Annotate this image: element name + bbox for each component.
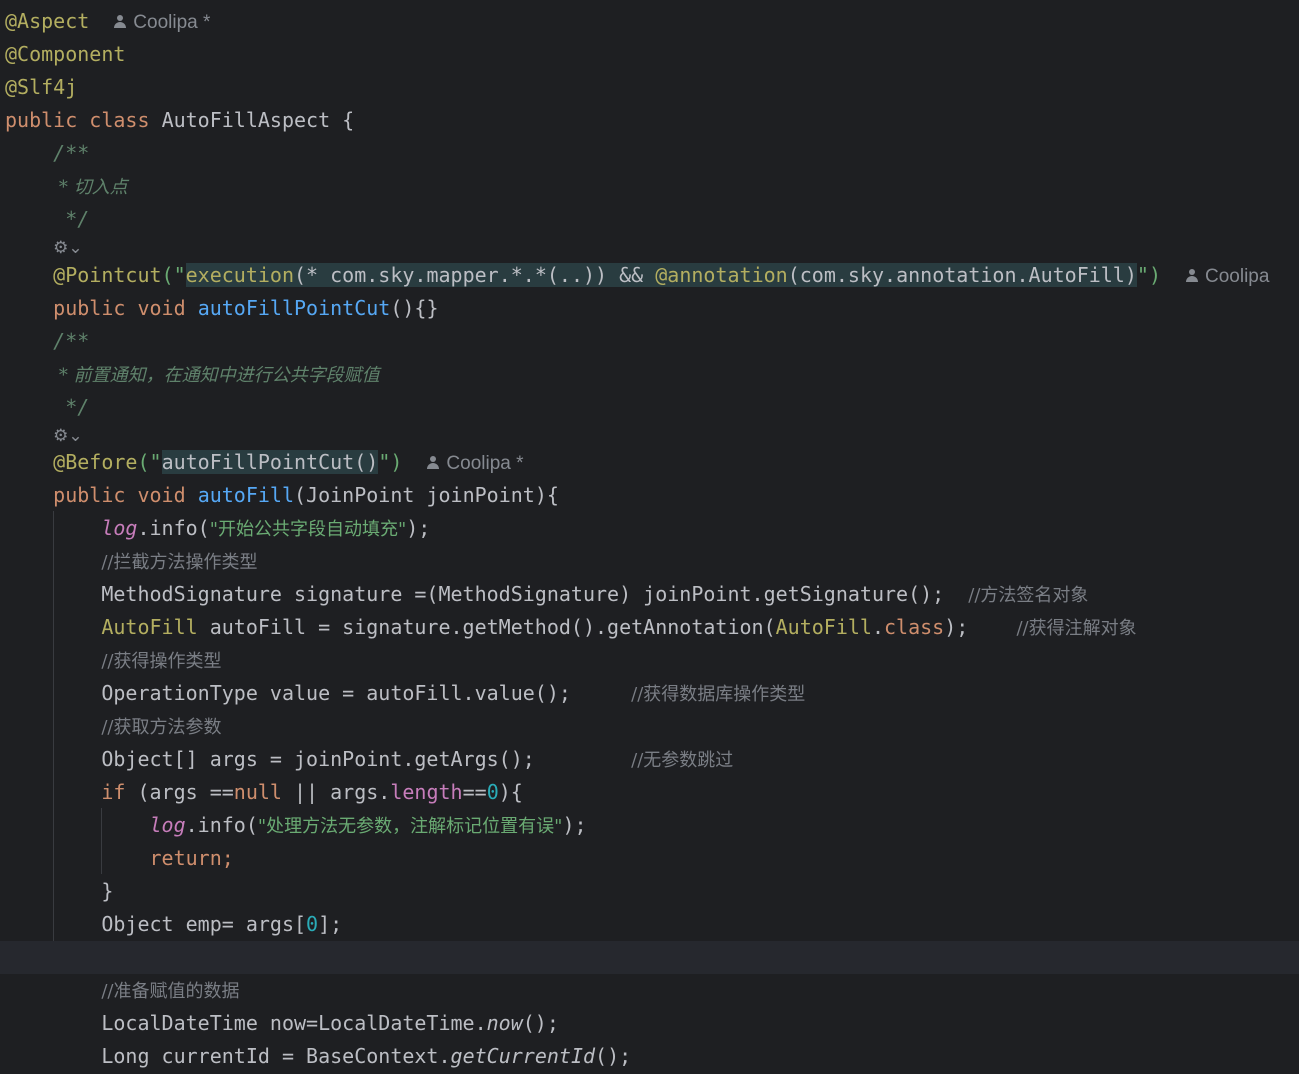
code-line[interactable]: //拦截方法操作类型 bbox=[0, 545, 1299, 578]
injected-expression: execution(* com.sky.mapper.*.*(..)) && @… bbox=[185, 263, 1137, 287]
aop-advice-icon[interactable]: ⚙⌄ bbox=[53, 426, 82, 446]
code-line[interactable]: log.info("开始公共字段自动填充"); bbox=[0, 512, 1299, 545]
code-line[interactable]: if (args ==null || args.length==0){ bbox=[0, 776, 1299, 809]
code-line[interactable]: Object emp= args[0]; bbox=[0, 908, 1299, 941]
author-hint[interactable]: Coolipa * bbox=[113, 12, 210, 33]
code-line[interactable]: * 切入点 bbox=[0, 170, 1299, 203]
code-line[interactable]: AutoFill autoFill = signature.getMethod(… bbox=[0, 611, 1299, 644]
code-line[interactable]: //获取方法参数 bbox=[0, 710, 1299, 743]
doc-comment: */ bbox=[53, 207, 90, 231]
user-icon bbox=[1185, 269, 1199, 283]
code-line[interactable]: Long currentId = BaseContext.getCurrentI… bbox=[0, 1040, 1299, 1073]
code-line[interactable]: /** bbox=[0, 137, 1299, 170]
method-name: autoFillPointCut bbox=[197, 296, 391, 320]
brace: { bbox=[330, 108, 355, 132]
keyword: class bbox=[89, 108, 150, 132]
code-line[interactable]: OperationType value = autoFill.value(); … bbox=[0, 677, 1299, 710]
code-line[interactable]: @Pointcut("execution(* com.sky.mapper.*.… bbox=[0, 259, 1299, 292]
annotation: @Slf4j bbox=[5, 75, 78, 99]
doc-comment: * 切入点 bbox=[53, 177, 128, 198]
code-line[interactable]: //准备赋值的数据 bbox=[0, 974, 1299, 1007]
code-line[interactable]: public class AutoFillAspect { bbox=[0, 104, 1299, 137]
class-name: AutoFillAspect bbox=[161, 108, 331, 132]
annotation: @Aspect bbox=[5, 9, 90, 33]
code-line[interactable]: @Before("autoFillPointCut()") Coolipa * bbox=[0, 446, 1299, 479]
code-line[interactable]: Object[] args = joinPoint.getArgs(); //无… bbox=[0, 743, 1299, 776]
code-line[interactable]: return; bbox=[0, 842, 1299, 875]
keyword: public bbox=[5, 108, 78, 132]
code-line[interactable]: public void autoFill(JoinPoint joinPoint… bbox=[0, 479, 1299, 512]
doc-comment: /** bbox=[53, 141, 90, 165]
author-hint[interactable]: Coolipa bbox=[1185, 266, 1269, 287]
annotation: @Pointcut bbox=[53, 263, 162, 287]
annotation: @Component bbox=[5, 42, 126, 66]
code-line[interactable]: public void autoFillPointCut(){} bbox=[0, 292, 1299, 325]
code-line[interactable]: log.info("处理方法无参数，注解标记位置有误"); bbox=[0, 809, 1299, 842]
code-line[interactable]: MethodSignature signature =(MethodSignat… bbox=[0, 578, 1299, 611]
gutter-line: ⚙⌄ bbox=[0, 230, 1299, 262]
code-line[interactable]: /** bbox=[0, 325, 1299, 358]
code-line[interactable]: @Slf4j bbox=[0, 71, 1299, 104]
method-name: autoFill bbox=[197, 483, 295, 507]
current-line[interactable] bbox=[0, 941, 1299, 974]
author-hint[interactable]: Coolipa * bbox=[426, 453, 524, 474]
aop-advice-icon[interactable]: ⚙⌄ bbox=[53, 238, 82, 258]
user-icon bbox=[426, 456, 440, 470]
code-line[interactable]: * 前置通知，在通知中进行公共字段赋值 bbox=[0, 358, 1299, 391]
code-line[interactable]: @Aspect Coolipa * bbox=[0, 5, 1299, 38]
user-icon bbox=[113, 15, 127, 29]
code-editor[interactable]: @Aspect Coolipa * @Component @Slf4j publi… bbox=[0, 0, 1299, 1074]
code-line[interactable]: @Component bbox=[0, 38, 1299, 71]
code-line[interactable]: LocalDateTime now=LocalDateTime.now(); bbox=[0, 1007, 1299, 1040]
code-line[interactable]: //获得操作类型 bbox=[0, 644, 1299, 677]
code-line[interactable]: } bbox=[0, 875, 1299, 908]
